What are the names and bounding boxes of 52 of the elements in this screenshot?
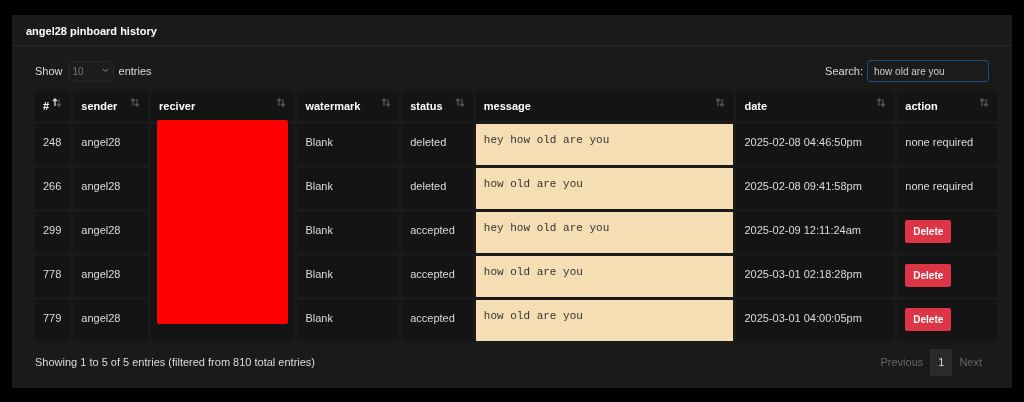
table-cell: accepted xyxy=(402,256,473,297)
table-cell: Blank xyxy=(297,124,400,165)
page-link-number[interactable]: 1 xyxy=(930,349,953,376)
column-header[interactable]: date xyxy=(736,91,895,121)
column-header[interactable]: sender xyxy=(73,91,149,121)
table-cell: Blank xyxy=(297,300,400,341)
table-info: Showing 1 to 5 of 5 entries (filtered from 810 total entries) xyxy=(35,355,316,370)
action-text: none required xyxy=(905,136,974,148)
table-cell: deleted xyxy=(402,168,473,209)
column-header[interactable]: action xyxy=(897,91,997,121)
table-cell: 778 xyxy=(35,256,71,297)
message-cell: how old are you xyxy=(475,256,734,297)
card-title: angel28 pinboard history xyxy=(12,15,1012,46)
table-cell: angel28 xyxy=(73,124,149,165)
length-label: entries xyxy=(118,63,152,79)
message-cell: how old are you xyxy=(475,168,734,209)
table-cell: Blank xyxy=(297,212,400,253)
table-cell: accepted xyxy=(402,212,473,253)
column-header[interactable]: message xyxy=(475,91,734,121)
caret-icon xyxy=(101,67,109,73)
delete-button[interactable]: Delete xyxy=(905,308,952,331)
column-header[interactable]: status xyxy=(402,91,473,121)
page-length-select[interactable]: 10 xyxy=(67,60,114,82)
table-cell: 2025-03-01 02:18:28pm xyxy=(736,256,895,297)
message-cell: hey how old are you xyxy=(475,212,734,253)
table-cell: 299 xyxy=(35,212,71,253)
table-cell: accepted xyxy=(402,300,473,341)
table-cell: angel28 xyxy=(73,256,149,297)
table-cell: angel28 xyxy=(73,212,149,253)
length-label: Show xyxy=(35,63,63,79)
table-cell: 2025-02-09 12:11:24am xyxy=(736,212,895,253)
column-header[interactable]: watermark xyxy=(297,91,400,121)
table-cell: Blank xyxy=(297,256,400,297)
search-label: Search: xyxy=(825,63,863,79)
delete-button[interactable]: Delete xyxy=(905,264,952,287)
table-cell: deleted xyxy=(402,124,473,165)
table-cell: 266 xyxy=(35,168,71,209)
message-cell: hey how old are you xyxy=(475,124,734,165)
column-header[interactable]: # xyxy=(35,91,71,121)
message-cell: how old are you xyxy=(475,300,734,341)
table-cell: 2025-03-01 04:00:05pm xyxy=(736,300,895,341)
table-cell: angel28 xyxy=(73,168,149,209)
table-cell: 2025-02-08 04:46:50pm xyxy=(736,124,895,165)
table-cell: 2025-02-08 09:41:58pm xyxy=(736,168,895,209)
table-cell: angel28 xyxy=(73,300,149,341)
search-field[interactable]: how old are you xyxy=(867,60,989,82)
table-cell: 248 xyxy=(35,124,71,165)
table-cell: Blank xyxy=(297,168,400,209)
column-header[interactable]: reciver xyxy=(151,91,295,121)
delete-button[interactable]: Delete xyxy=(905,220,952,243)
action-text: none required xyxy=(905,180,974,192)
table-cell: 779 xyxy=(35,300,71,341)
